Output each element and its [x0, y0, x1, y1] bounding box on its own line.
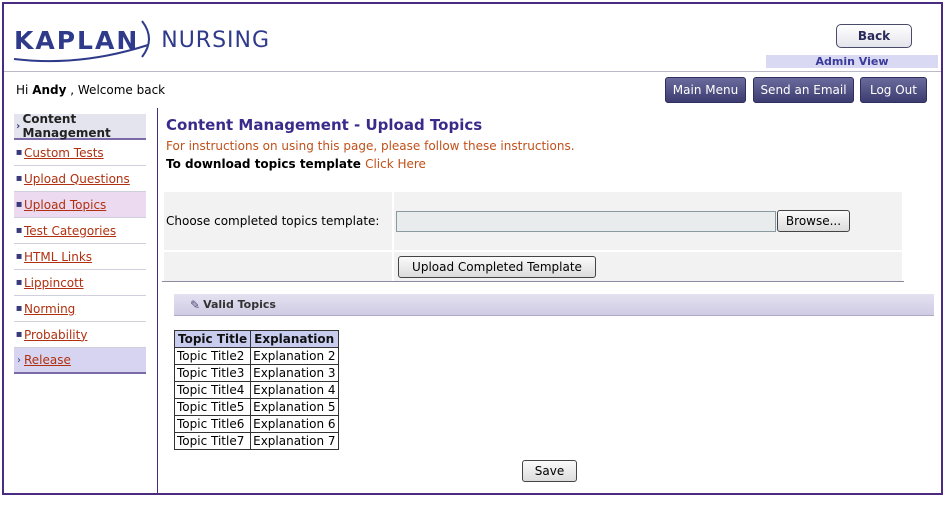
admin-view-label: Admin View	[766, 55, 938, 68]
valid-topics-table: Topic Title Explanation Topic Title2 Exp…	[173, 330, 339, 450]
topic-title-cell: Topic Title3	[173, 364, 252, 382]
logo-swoosh-icon	[13, 20, 150, 63]
square-bullet-icon: ▪	[15, 147, 23, 158]
square-bullet-icon: ▪	[15, 199, 23, 210]
main-menu-button[interactable]: Main Menu	[665, 77, 746, 103]
table-row: Topic Title5 Explanation 5	[173, 398, 339, 416]
upload-form: Choose completed topics template: Browse…	[164, 192, 902, 282]
explanation-cell: Explanation 2	[250, 347, 339, 365]
table-row: Topic Title4 Explanation 4	[173, 381, 339, 399]
pencil-icon: ✎	[190, 297, 201, 312]
table-row: Topic Title3 Explanation 3	[173, 364, 339, 382]
logo-nursing-text: NURSING	[161, 27, 271, 53]
explanation-cell: Explanation 7	[250, 432, 339, 450]
sidebar-item-norming[interactable]: ▪ Norming	[14, 296, 146, 322]
topic-title-cell: Topic Title4	[173, 381, 252, 399]
table-header-row: Topic Title Explanation	[173, 330, 339, 348]
log-out-button[interactable]: Log Out	[860, 77, 927, 103]
sidebar-item-upload-questions[interactable]: ▪ Upload Questions	[14, 166, 146, 192]
sidebar-item-lippincott[interactable]: ▪ Lippincott	[14, 270, 146, 296]
download-template-line: To download topics template Click Here	[166, 157, 426, 171]
square-bullet-icon: ▪	[15, 303, 23, 314]
square-bullet-icon: ▪	[15, 277, 23, 288]
greeting-suffix: , Welcome back	[70, 83, 166, 97]
file-path-input[interactable]	[396, 211, 776, 232]
topic-title-cell: Topic Title6	[173, 415, 252, 433]
header: KAPLAN NURSING Back Admin View	[4, 4, 941, 72]
sidebar-item-label[interactable]: Upload Questions	[24, 172, 130, 186]
explanation-cell: Explanation 4	[250, 381, 339, 399]
sidebar-item-probability[interactable]: ▪ Probability	[14, 322, 146, 348]
kaplan-nursing-logo: KAPLAN NURSING	[13, 17, 271, 63]
square-bullet-icon: ▪	[15, 173, 23, 184]
table-row: Topic Title7 Explanation 7	[173, 432, 339, 450]
table-row: Topic Title2 Explanation 2	[173, 347, 339, 365]
page-title: Content Management - Upload Topics	[166, 116, 483, 134]
topic-title-cell: Topic Title7	[173, 432, 252, 450]
sidebar-heading-label: Content Management	[22, 112, 111, 140]
sidebar-menu: › Content Management ▪ Custom Tests ▪ Up…	[14, 112, 146, 374]
sidebar-item-custom-tests[interactable]: ▪ Custom Tests	[14, 140, 146, 166]
chevron-right-icon: ›	[17, 354, 21, 366]
sidebar-heading: › Content Management	[14, 112, 146, 140]
download-template-link[interactable]: Click Here	[365, 157, 426, 171]
square-bullet-icon: ▪	[15, 251, 23, 262]
sidebar-item-label[interactable]: Upload Topics	[24, 198, 106, 212]
send-email-button[interactable]: Send an Email	[753, 77, 854, 103]
sidebar-item-release[interactable]: › Release	[14, 348, 146, 374]
explanation-cell: Explanation 3	[250, 364, 339, 382]
explanation-cell: Explanation 6	[250, 415, 339, 433]
topic-title-cell: Topic Title2	[173, 347, 252, 365]
upload-template-button[interactable]: Upload Completed Template	[398, 256, 596, 278]
back-button[interactable]: Back	[836, 24, 912, 48]
sidebar-item-upload-topics[interactable]: ▪ Upload Topics	[14, 192, 146, 218]
column-header: Topic Title	[173, 330, 252, 348]
instructions-text[interactable]: For instructions on using this page, ple…	[166, 139, 575, 153]
explanation-cell: Explanation 5	[250, 398, 339, 416]
topic-title-cell: Topic Title5	[173, 398, 252, 416]
sidebar-item-label[interactable]: Lippincott	[24, 276, 84, 290]
valid-topics-header: ✎ Valid Topics	[174, 294, 934, 316]
sidebar-item-label[interactable]: Custom Tests	[24, 146, 104, 160]
browse-button[interactable]: Browse...	[777, 210, 850, 232]
sidebar-item-label[interactable]: HTML Links	[24, 250, 92, 264]
sidebar-item-test-categories[interactable]: ▪ Test Categories	[14, 218, 146, 244]
chevron-right-icon: ›	[16, 120, 21, 132]
file-field-cell: Browse...	[394, 192, 902, 250]
sidebar: › Content Management ▪ Custom Tests ▪ Up…	[4, 108, 158, 493]
download-template-label: To download topics template	[166, 157, 361, 171]
sidebar-item-html-links[interactable]: ▪ HTML Links	[14, 244, 146, 270]
table-row: Topic Title6 Explanation 6	[173, 415, 339, 433]
upload-button-cell: Upload Completed Template	[394, 252, 902, 282]
sidebar-item-label[interactable]: Probability	[24, 328, 87, 342]
form-spacer-cell	[164, 252, 392, 282]
choose-template-label: Choose completed topics template:	[164, 192, 392, 250]
sidebar-item-label[interactable]: Test Categories	[24, 224, 116, 238]
square-bullet-icon: ▪	[15, 329, 23, 340]
sidebar-item-label[interactable]: Release	[24, 353, 71, 367]
column-header: Explanation	[250, 330, 339, 348]
save-button[interactable]: Save	[522, 460, 577, 482]
greeting-prefix: Hi	[16, 83, 29, 97]
greeting: Hi Andy , Welcome back	[16, 83, 165, 97]
user-name: Andy	[32, 83, 67, 97]
square-bullet-icon: ▪	[15, 225, 23, 236]
sidebar-item-label[interactable]: Norming	[24, 302, 75, 316]
app-frame: KAPLAN NURSING Back Admin View Hi Andy ,…	[2, 2, 943, 495]
divider	[162, 281, 904, 282]
valid-topics-label: Valid Topics	[203, 298, 276, 311]
